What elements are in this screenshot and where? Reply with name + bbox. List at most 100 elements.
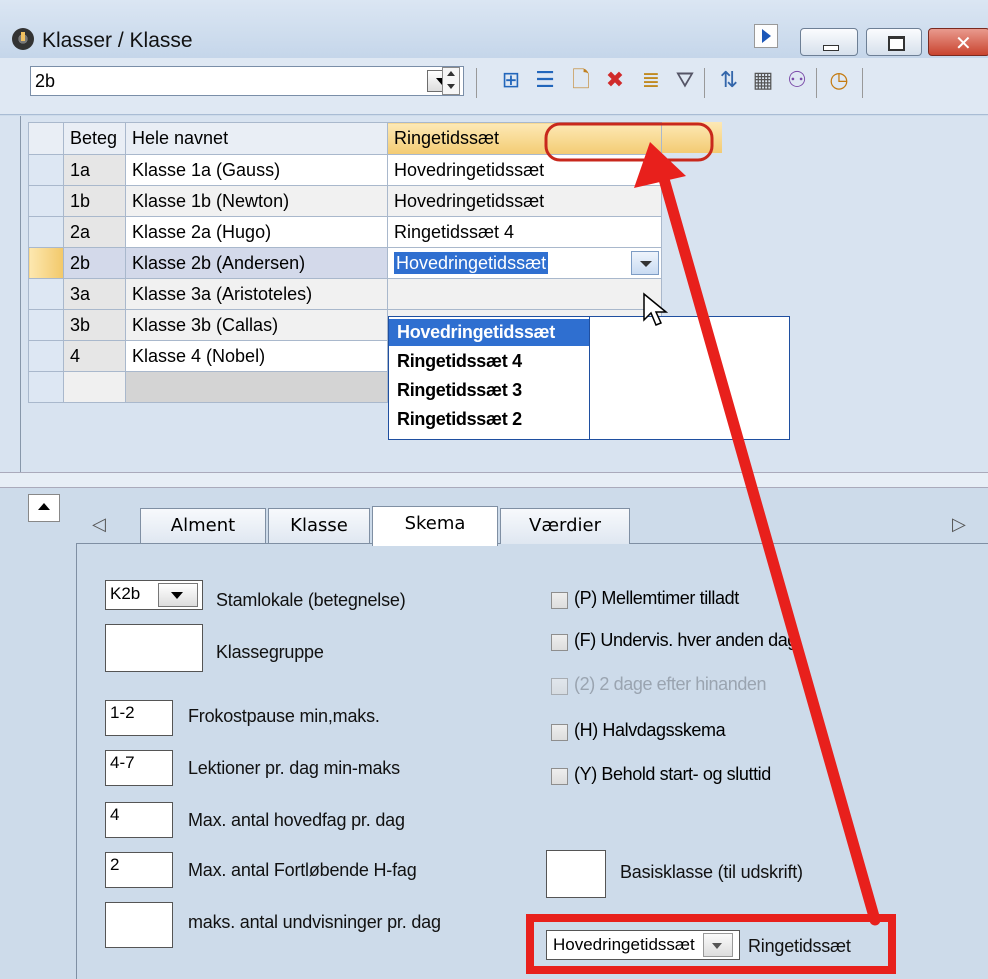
- cell-bell[interactable]: Hovedringetidssæt: [387, 154, 662, 186]
- minimize-button[interactable]: [800, 28, 858, 56]
- cell-code[interactable]: 3b: [63, 309, 126, 341]
- row-header[interactable]: [28, 154, 64, 186]
- list-icon[interactable]: ☰: [530, 66, 560, 96]
- grid-icon[interactable]: ⊞: [496, 66, 526, 96]
- row-header[interactable]: [28, 340, 64, 372]
- consecutive-field[interactable]: 2: [105, 852, 173, 888]
- tab-klasse[interactable]: Klasse: [268, 508, 370, 544]
- chevron-down-icon[interactable]: [703, 933, 733, 957]
- spinner-control[interactable]: [442, 67, 460, 95]
- cell-code[interactable]: 1b: [63, 185, 126, 217]
- lessons-label: Lektioner pr. dag min-maks: [188, 758, 400, 778]
- main-subject-field[interactable]: 4: [105, 802, 173, 838]
- checkbox-h[interactable]: [551, 724, 568, 741]
- cell-code[interactable]: 1a: [63, 154, 126, 186]
- table-header-row: Beteg Hele navnet Ringetidssæt: [28, 122, 662, 155]
- basis-class-field[interactable]: [546, 850, 606, 898]
- cell-code[interactable]: 3a: [63, 278, 126, 310]
- class-group-field[interactable]: [105, 624, 203, 672]
- checkbox-y-label: (Y) Behold start- og sluttid: [574, 764, 771, 784]
- dropdown-option[interactable]: Ringetidssæt 3: [389, 377, 589, 404]
- class-selector-combo[interactable]: 2b: [30, 66, 464, 96]
- close-button[interactable]: ✕: [928, 28, 988, 56]
- checkbox-f-label: (F) Undervis. hver anden dag: [574, 630, 797, 650]
- cell-name[interactable]: Klasse 2a (Hugo): [125, 216, 388, 248]
- maximize-button[interactable]: [866, 28, 922, 56]
- lunch-field[interactable]: 1-2: [105, 700, 173, 736]
- cell-name[interactable]: Klasse 1b (Newton): [125, 185, 388, 217]
- cell-bell[interactable]: Hovedringetidssæt: [387, 185, 662, 217]
- undv-field[interactable]: [105, 902, 173, 948]
- cell-bell-editor[interactable]: Hovedringetidssæt: [387, 247, 662, 279]
- tab-scroll-right-icon[interactable]: ▷: [952, 514, 966, 535]
- cell-code[interactable]: 2a: [63, 216, 126, 248]
- delete-icon[interactable]: ✖: [600, 66, 630, 96]
- dropdown-option[interactable]: Hovedringetidssæt: [389, 319, 589, 346]
- toolbar-separator: [862, 68, 863, 98]
- row-header[interactable]: [28, 216, 64, 248]
- row-header[interactable]: [28, 185, 64, 217]
- cell-code[interactable]: [63, 371, 126, 403]
- undv-label: maks. antal undvisninger pr. dag: [188, 912, 441, 932]
- tab-alment[interactable]: Alment: [140, 508, 266, 544]
- cell-name[interactable]: Klasse 3a (Aristoteles): [125, 278, 388, 310]
- filter-icon[interactable]: ⛛: [670, 66, 700, 96]
- bell-dropdown-list[interactable]: Hovedringetidssæt Ringetidssæt 4 Ringeti…: [388, 316, 790, 440]
- clock-icon[interactable]: ◷: [824, 66, 854, 96]
- cell-bell[interactable]: [387, 278, 662, 310]
- row-header[interactable]: [28, 247, 64, 279]
- checkbox-p[interactable]: [551, 592, 568, 609]
- cell-code[interactable]: 2b: [63, 247, 126, 279]
- table-row[interactable]: 1a Klasse 1a (Gauss) Hovedringetidssæt: [28, 154, 662, 186]
- edit-icon[interactable]: ≣: [636, 66, 666, 96]
- dropdown-option[interactable]: Ringetidssæt 2: [389, 406, 589, 433]
- column-header-name[interactable]: Hele navnet: [125, 122, 388, 155]
- lessons-field[interactable]: 4-7: [105, 750, 173, 786]
- mouse-cursor-icon: [643, 292, 668, 326]
- checkbox-f[interactable]: [551, 634, 568, 651]
- checkbox-2[interactable]: [551, 678, 568, 695]
- chevron-down-icon[interactable]: [158, 583, 198, 607]
- cell-code[interactable]: 4: [63, 340, 126, 372]
- row-header: [28, 122, 64, 155]
- row-header[interactable]: [28, 278, 64, 310]
- dropdown-option[interactable]: Ringetidssæt 4: [389, 348, 589, 375]
- calc-icon[interactable]: ▦: [748, 66, 778, 96]
- collapse-button[interactable]: [28, 494, 60, 522]
- tab-vaerdier[interactable]: Værdier: [500, 508, 630, 544]
- checkbox-y[interactable]: [551, 768, 568, 785]
- table-row[interactable]: 3a Klasse 3a (Aristoteles): [28, 278, 662, 310]
- table-row[interactable]: 1b Klasse 1b (Newton) Hovedringetidssæt: [28, 185, 662, 217]
- cell-name[interactable]: Klasse 3b (Callas): [125, 309, 388, 341]
- row-header[interactable]: [28, 309, 64, 341]
- checkbox-2-label: (2) 2 dage efter hinanden: [574, 674, 767, 694]
- cell-name[interactable]: Klasse 2b (Andersen): [125, 247, 388, 279]
- tab-scroll-left-icon[interactable]: ◁: [92, 514, 106, 535]
- table-row[interactable]: 2a Klasse 2a (Hugo) Ringetidssæt 4: [28, 216, 662, 248]
- panel-splitter[interactable]: [0, 472, 988, 488]
- row-header[interactable]: [28, 371, 64, 403]
- bell-schedule-label: Ringetidssæt: [748, 936, 851, 956]
- group-icon[interactable]: ⚇: [782, 66, 812, 96]
- main-subject-label: Max. antal hovedfag pr. dag: [188, 810, 405, 830]
- home-room-combo[interactable]: K2b: [105, 580, 203, 610]
- chevron-down-icon[interactable]: [631, 251, 659, 275]
- new-icon[interactable]: 🗋: [566, 66, 596, 96]
- cell-name[interactable]: Klasse 4 (Nobel): [125, 340, 388, 372]
- cell-name[interactable]: Klasse 1a (Gauss): [125, 154, 388, 186]
- home-room-value: K2b: [110, 584, 141, 603]
- bell-schedule-combo[interactable]: Hovedringetidssæt: [546, 930, 740, 960]
- cell-name[interactable]: [125, 371, 388, 403]
- close-icon: ✕: [955, 33, 972, 55]
- play-arrow-icon[interactable]: [754, 24, 778, 48]
- cell-bell-edit-text[interactable]: Hovedringetidssæt: [394, 252, 549, 274]
- column-header-bell[interactable]: Ringetidssæt: [387, 122, 662, 155]
- cell-bell[interactable]: Ringetidssæt 4: [387, 216, 662, 248]
- header-filler: [660, 122, 722, 153]
- home-room-label: Stamlokale (betegnelse): [216, 590, 406, 610]
- table-row-selected[interactable]: 2b Klasse 2b (Andersen) Hovedringetidssæ…: [28, 247, 662, 279]
- sort-icon[interactable]: ⇅: [714, 66, 744, 96]
- main-window: Klasser / Klasse ✕ 2b ⊞ ☰ 🗋 ✖ ≣ ⛛ ⇅ ▦ ⚇ …: [0, 0, 988, 979]
- column-header-code[interactable]: Beteg: [63, 122, 126, 155]
- tab-skema[interactable]: Skema: [372, 506, 498, 546]
